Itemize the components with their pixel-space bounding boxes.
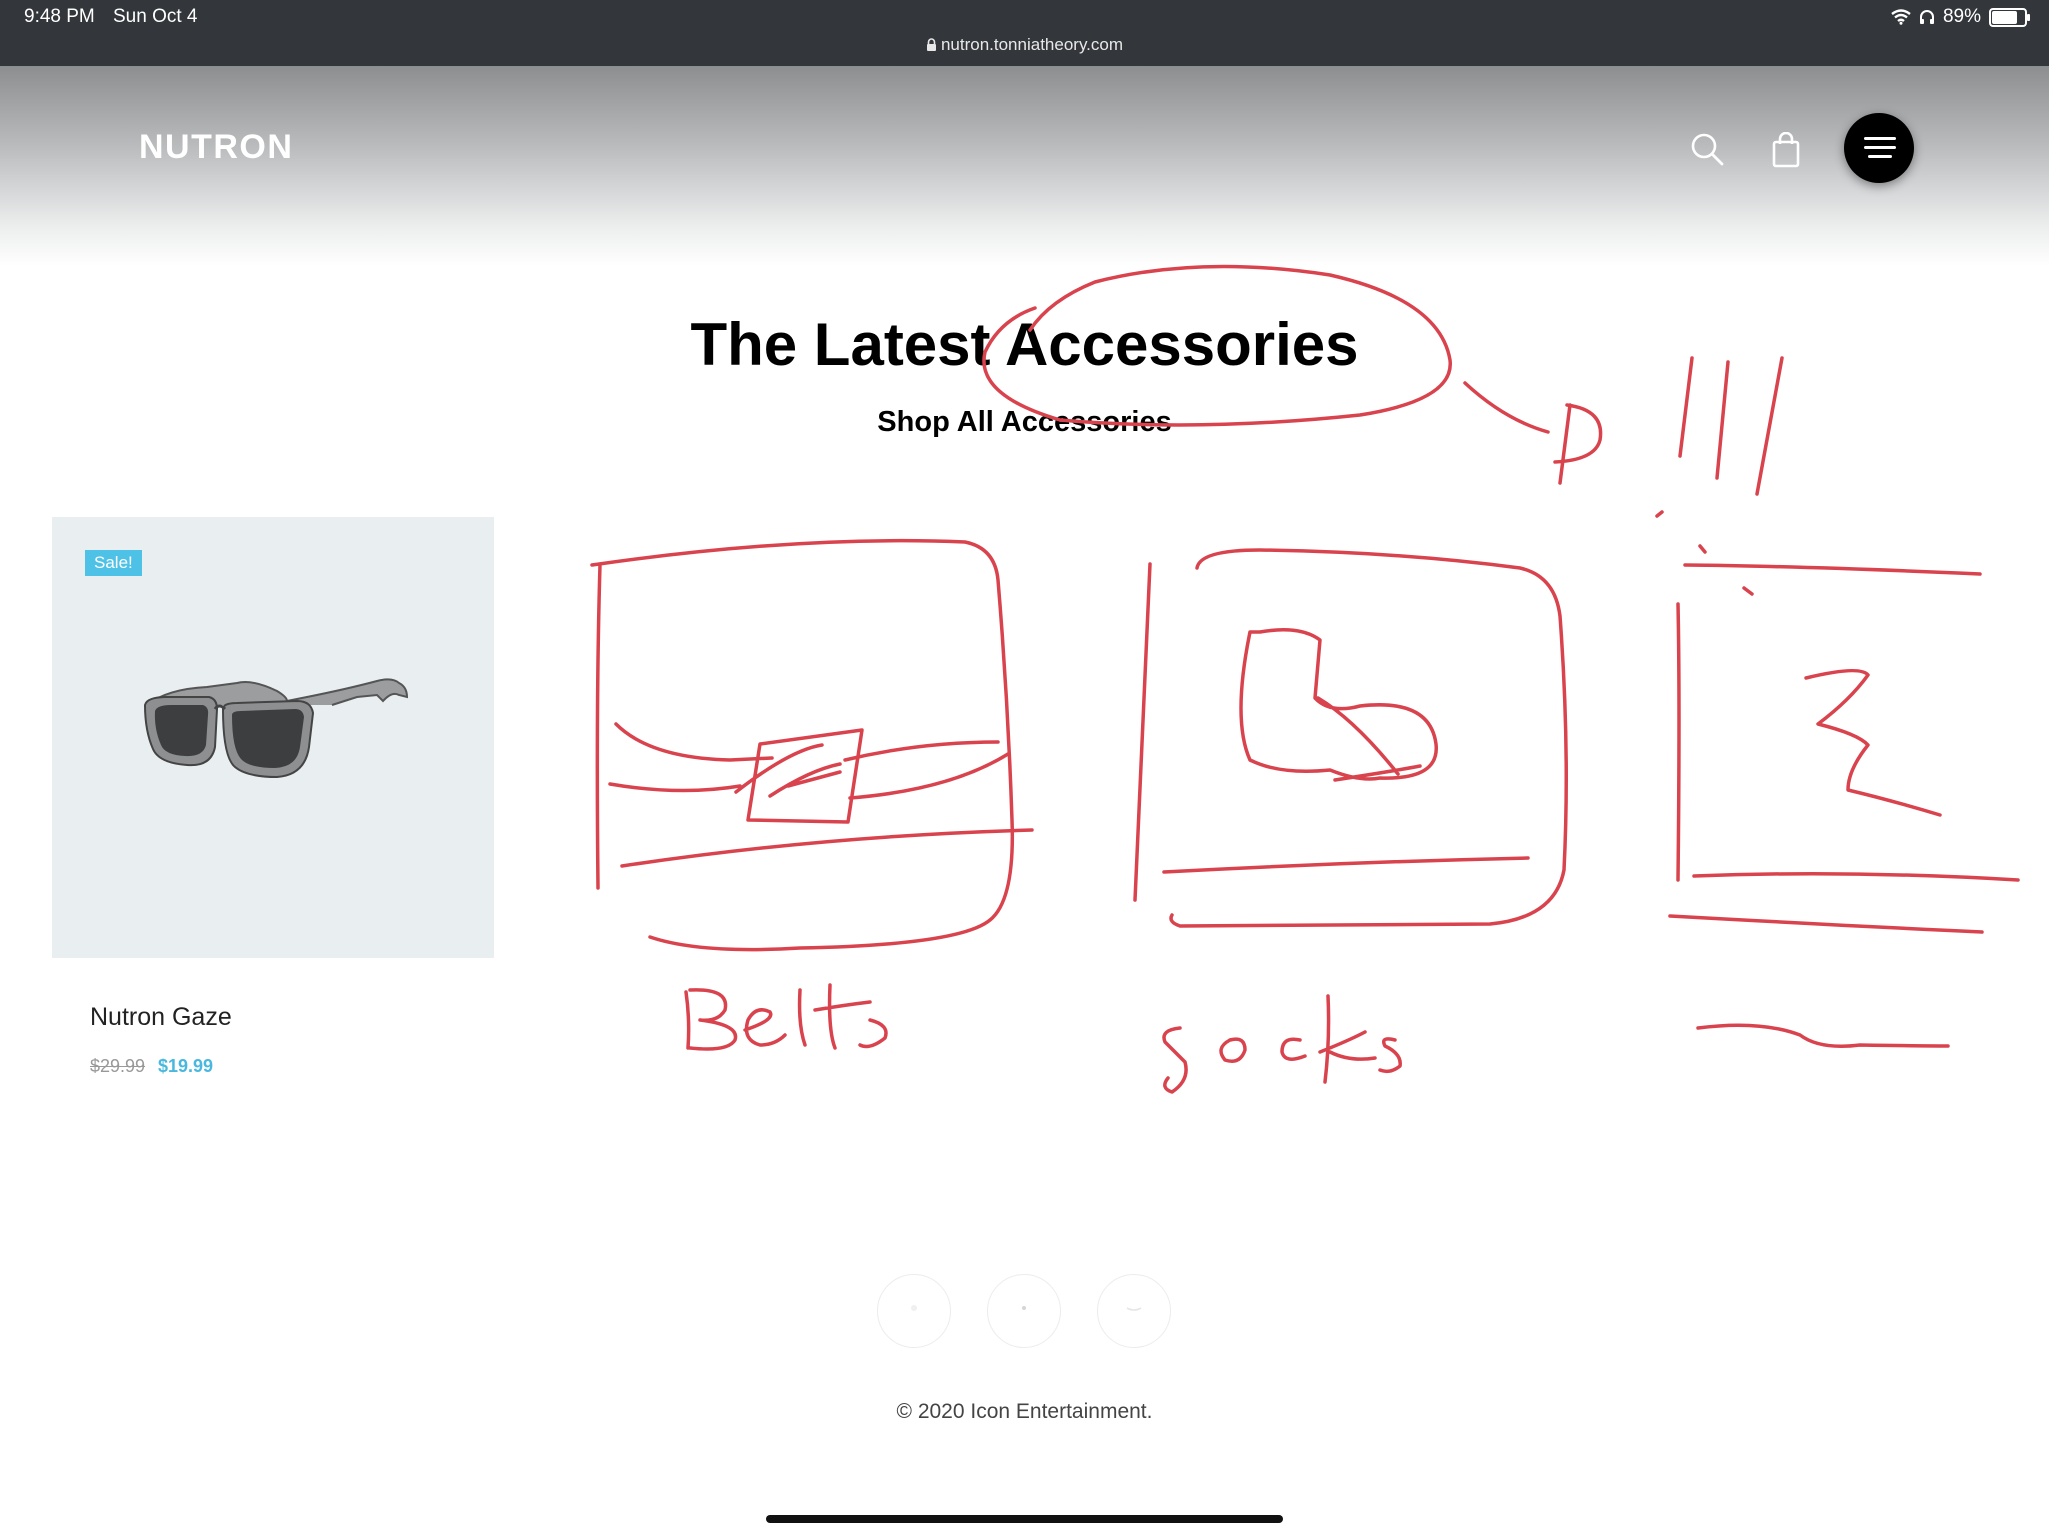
- social-icon-button[interactable]: [877, 1274, 951, 1348]
- shop-all-link[interactable]: Shop All Accessories: [0, 406, 2049, 439]
- status-bar: 9:48 PM Sun Oct 4 89% nutron.tonniatheor…: [0, 0, 2049, 66]
- shopping-bag-icon[interactable]: [1771, 132, 1801, 168]
- section-title: The Latest Accessories: [690, 311, 1359, 378]
- copyright-text: © 2020 Icon Entertainment.: [896, 1400, 1153, 1423]
- site-logo[interactable]: NUTRON: [139, 128, 293, 167]
- home-indicator[interactable]: [766, 1515, 1283, 1523]
- sketch-belt-box: [590, 538, 1034, 952]
- menu-button[interactable]: [1844, 113, 1914, 183]
- sketch-tick-marks: [1655, 356, 1784, 596]
- hamburger-icon-bar: [1864, 137, 1896, 140]
- sketch-label-socks: [1162, 994, 1402, 1094]
- status-time: 9:48 PM: [24, 6, 95, 27]
- wifi-icon: [1891, 9, 1911, 25]
- original-price: $29.99: [90, 1056, 146, 1076]
- sketch-sock-drawing: [1239, 628, 1438, 782]
- hamburger-icon-bar: [1864, 146, 1896, 149]
- sunglasses-image: [143, 678, 409, 779]
- social-icon: [911, 1305, 917, 1311]
- battery-icon: [1989, 7, 2030, 27]
- url-text: nutron.tonniatheory.com: [940, 35, 1124, 54]
- lock-icon: [926, 38, 936, 51]
- headphones-icon: [1919, 10, 1934, 24]
- sketch-belt-drawing: [608, 722, 1010, 824]
- sale-badge: Sale!: [85, 550, 142, 576]
- sketch-label-belts: [684, 983, 888, 1051]
- status-date: Sun Oct 4: [113, 6, 198, 27]
- sale-price: $19.99: [158, 1056, 214, 1076]
- site-header: NUTRON: [0, 66, 2049, 266]
- search-icon[interactable]: [1690, 132, 1724, 166]
- social-icon: [1022, 1306, 1026, 1310]
- social-icon-button[interactable]: [987, 1274, 1061, 1348]
- battery-percent: 89%: [1942, 6, 1981, 27]
- product-name[interactable]: Nutron Gaze: [90, 1003, 232, 1032]
- hamburger-icon-bar: [1868, 155, 1892, 158]
- product-image-card[interactable]: Sale!: [52, 517, 494, 958]
- sketch-label-dash: [1696, 1023, 1950, 1048]
- social-icon: [1126, 1307, 1142, 1311]
- address-bar[interactable]: nutron.tonniatheory.com: [0, 35, 2049, 55]
- sketch-socks-box: [1133, 548, 1568, 928]
- status-indicators: 89%: [1891, 6, 2030, 28]
- sketch-third-box: [1668, 563, 2020, 934]
- sketch-third-drawing: [1804, 668, 1942, 817]
- social-icon-button[interactable]: [1097, 1274, 1171, 1348]
